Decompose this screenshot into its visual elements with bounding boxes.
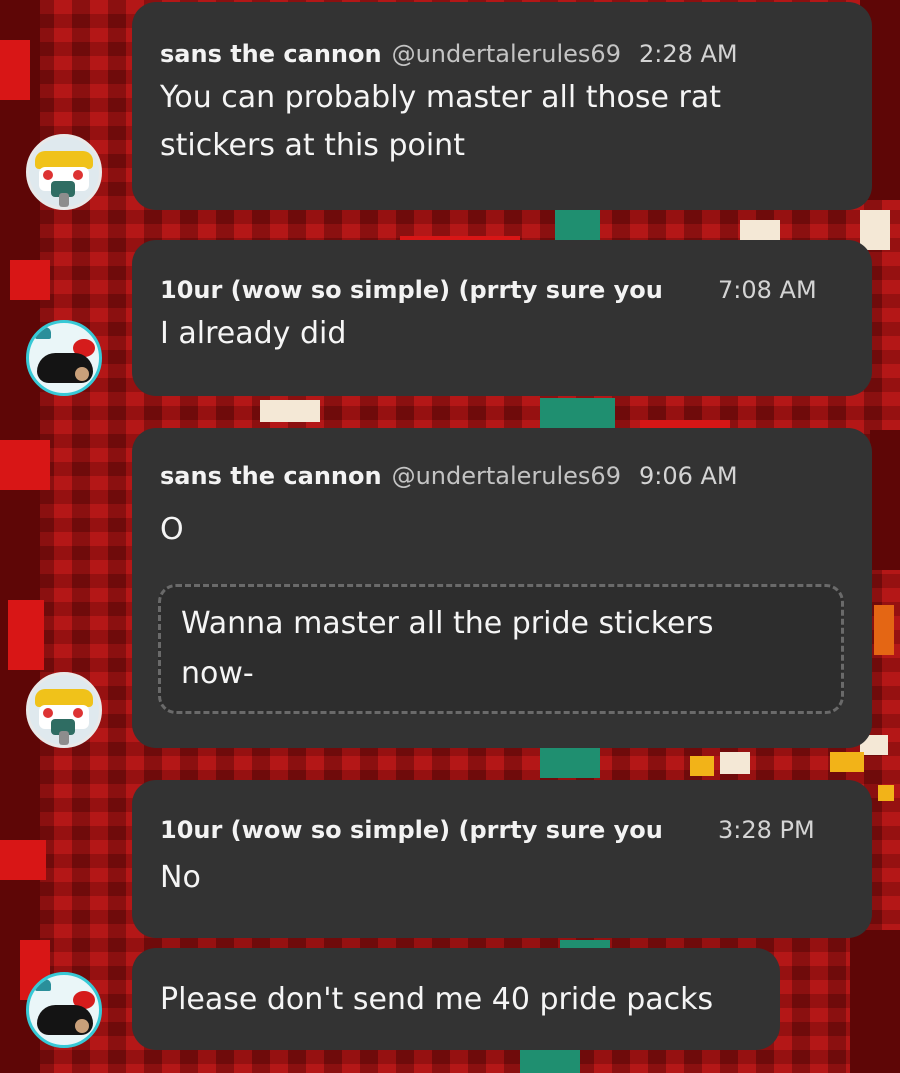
timestamp: 7:08 AM bbox=[718, 276, 817, 304]
bg-pixel bbox=[10, 260, 50, 300]
bg-pixel bbox=[860, 210, 890, 250]
message-text: I already did bbox=[160, 310, 844, 358]
message-bubble[interactable]: Please don't send me 40 pride packs bbox=[132, 948, 780, 1050]
rat-avatar[interactable] bbox=[26, 972, 102, 1048]
user-handle: @undertalerules69 bbox=[391, 462, 621, 490]
bg-pixel bbox=[520, 1048, 580, 1073]
quoted-sticker-text[interactable]: Wanna master all the pride stickers now- bbox=[158, 584, 844, 714]
avatar-detail bbox=[75, 1019, 89, 1033]
bg-pixel bbox=[0, 440, 50, 490]
message-text: Please don't send me 40 pride packs bbox=[160, 976, 752, 1024]
message-text-line: You can probably master all those rat bbox=[160, 80, 721, 115]
bg-pixel bbox=[874, 605, 894, 655]
sans-avatar[interactable] bbox=[26, 672, 102, 748]
bg-pixel bbox=[8, 600, 44, 670]
quote-line: now- bbox=[181, 656, 254, 691]
avatar-eye bbox=[73, 170, 83, 180]
avatar-eye bbox=[73, 708, 83, 718]
avatar-cap bbox=[35, 327, 51, 339]
bg-pixel bbox=[830, 752, 864, 772]
message-text: No bbox=[160, 854, 844, 902]
message-bubble[interactable]: 10ur (wow so simple) (prrty sure you 7:0… bbox=[132, 240, 872, 396]
bg-pixel bbox=[260, 400, 320, 422]
user-handle: @undertalerules69 bbox=[391, 40, 621, 68]
avatar-cap bbox=[35, 979, 51, 991]
avatar-eye bbox=[43, 708, 53, 718]
username[interactable]: 10ur (wow so simple) (prrty sure you bbox=[160, 276, 700, 304]
avatar-eye bbox=[43, 170, 53, 180]
timestamp: 2:28 AM bbox=[638, 40, 738, 68]
timestamp: 3:28 PM bbox=[718, 816, 815, 844]
message-bubble[interactable]: sans the cannon @undertalerules69 9:06 A… bbox=[132, 428, 872, 748]
message-text-line: No bbox=[160, 860, 201, 895]
message-text: You can probably master all those rat st… bbox=[160, 74, 844, 170]
avatar-leg bbox=[59, 193, 69, 207]
timestamp: 9:06 AM bbox=[638, 462, 738, 490]
message-text: O bbox=[160, 506, 844, 554]
bg-pixel bbox=[0, 840, 46, 880]
bg-pixel bbox=[850, 930, 900, 1073]
username[interactable]: 10ur (wow so simple) (prrty sure you bbox=[160, 816, 700, 844]
sans-avatar[interactable] bbox=[26, 134, 102, 210]
message-text-line: Please don't send me 40 pride packs bbox=[160, 982, 714, 1017]
message-bubble[interactable]: 10ur (wow so simple) (prrty sure you 3:2… bbox=[132, 780, 872, 938]
username[interactable]: sans the cannon bbox=[160, 40, 382, 68]
message-text-line: stickers at this point bbox=[160, 128, 465, 163]
bg-pixel bbox=[540, 748, 600, 778]
quote-line: Wanna master all the pride stickers bbox=[181, 606, 714, 641]
message-text-line: I already did bbox=[160, 316, 347, 351]
avatar-detail bbox=[75, 367, 89, 381]
message-header: sans the cannon @undertalerules69 9:06 A… bbox=[160, 462, 844, 490]
bg-pixel bbox=[0, 40, 30, 100]
bg-pixel bbox=[878, 785, 894, 801]
bg-pixel bbox=[690, 756, 714, 776]
bg-pixel bbox=[870, 430, 900, 570]
bg-pixel bbox=[555, 210, 600, 240]
message-header: 10ur (wow so simple) (prrty sure you 7:0… bbox=[160, 276, 844, 304]
bg-pixel bbox=[720, 752, 750, 774]
message-header: sans the cannon @undertalerules69 2:28 A… bbox=[160, 40, 844, 68]
bg-pixel bbox=[540, 398, 615, 428]
bg-pixel bbox=[740, 220, 780, 240]
message-bubble[interactable]: sans the cannon @undertalerules69 2:28 A… bbox=[132, 2, 872, 210]
message-header: 10ur (wow so simple) (prrty sure you 3:2… bbox=[160, 816, 844, 844]
avatar-leg bbox=[59, 731, 69, 745]
username[interactable]: sans the cannon bbox=[160, 462, 382, 490]
message-text-line: O bbox=[160, 512, 184, 547]
rat-avatar[interactable] bbox=[26, 320, 102, 396]
